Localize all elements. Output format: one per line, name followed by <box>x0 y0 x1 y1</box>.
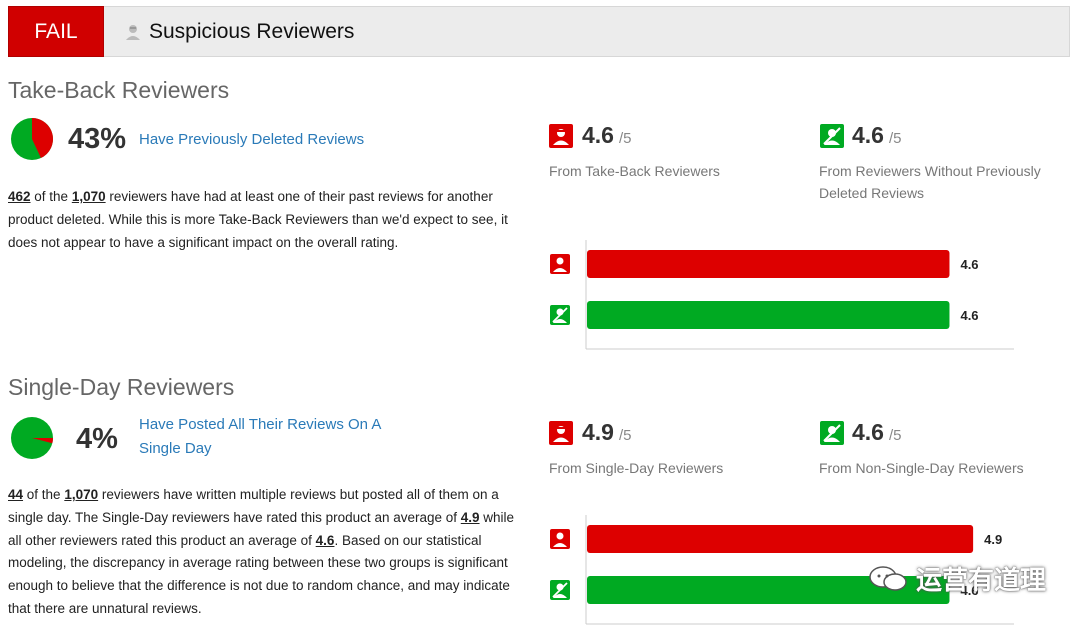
bar-icon-head <box>556 257 564 265</box>
bar-value-label: 4.6 <box>960 308 978 323</box>
suspicious-reviewer-icon <box>549 124 573 148</box>
bar-icon-suspicious <box>550 254 570 274</box>
singleday-pie <box>11 417 53 459</box>
takeback-count[interactable]: 462 <box>8 189 31 204</box>
takeback-right-suffix: /5 <box>889 130 902 147</box>
bar-icon-clean <box>550 580 570 600</box>
singleday-right-rating: 4.6 <box>852 419 884 445</box>
singleday-right-label: From Non-Single-Day Reviewers <box>819 460 1024 476</box>
singleday-link[interactable]: Have Posted All Their Reviews On A Singl… <box>139 413 399 461</box>
bar-icon-head <box>556 532 564 540</box>
singleday-section-title: Single-Day Reviewers <box>8 374 235 400</box>
singleday-right-suffix: /5 <box>889 427 902 444</box>
takeback-left-suffix: /5 <box>619 130 632 147</box>
takeback-left-rating: 4.6 <box>582 122 614 148</box>
watermark: 运营有道理 <box>868 560 1046 597</box>
singleday-count[interactable]: 44 <box>8 487 23 502</box>
singleday-avg-single: 4.9 <box>460 509 480 525</box>
singleday-left-suffix: /5 <box>619 427 632 444</box>
takeback-right-rating: 4.6 <box>852 122 884 148</box>
fail-badge: FAIL <box>8 6 104 57</box>
takeback-bar-chart: 4.6 4.6 <box>550 240 1014 350</box>
takeback-link[interactable]: Have Previously Deleted Reviews <box>139 128 399 152</box>
chart-bar <box>587 250 950 278</box>
takeback-pie <box>11 118 53 160</box>
clean-reviewer-icon <box>820 421 844 445</box>
bar-value-label: 4.9 <box>984 532 1002 547</box>
header-title: Suspicious Reviewers <box>149 20 355 43</box>
bar-icon-clean <box>550 305 570 325</box>
chart-bar <box>587 525 974 553</box>
chart-bar <box>587 301 950 329</box>
takeback-right-label: From Reviewers Without Previously Delete… <box>819 163 1041 201</box>
singleday-left-label: From Single-Day Reviewers <box>549 460 724 476</box>
singleday-description: 44 of the 1,070 reviewers have written m… <box>8 487 515 616</box>
singleday-percent: 4% <box>76 423 118 455</box>
report-header: FAIL Suspicious Reviewers <box>8 6 1070 57</box>
takeback-section-title: Take-Back Reviewers <box>8 77 230 103</box>
bar-value-label: 4.6 <box>960 257 978 272</box>
suspicious-reviewer-icon <box>549 421 573 445</box>
singleday-left-rating: 4.9 <box>582 419 614 445</box>
takeback-percent: 43% <box>68 123 127 155</box>
bar-icon-suspicious <box>550 529 570 549</box>
user-icon <box>126 25 140 40</box>
watermark-text: 运营有道理 <box>916 565 1047 595</box>
chat-bubbles-icon <box>869 565 907 591</box>
singleday-total[interactable]: 1,070 <box>64 487 98 502</box>
takeback-total[interactable]: 1,070 <box>72 189 106 204</box>
takeback-description: 462 of the 1,070 reviewers have had at l… <box>8 189 508 250</box>
clean-reviewer-icon <box>820 124 844 148</box>
singleday-avg-other: 4.6 <box>315 532 335 548</box>
takeback-left-label: From Take-Back Reviewers <box>549 163 720 179</box>
